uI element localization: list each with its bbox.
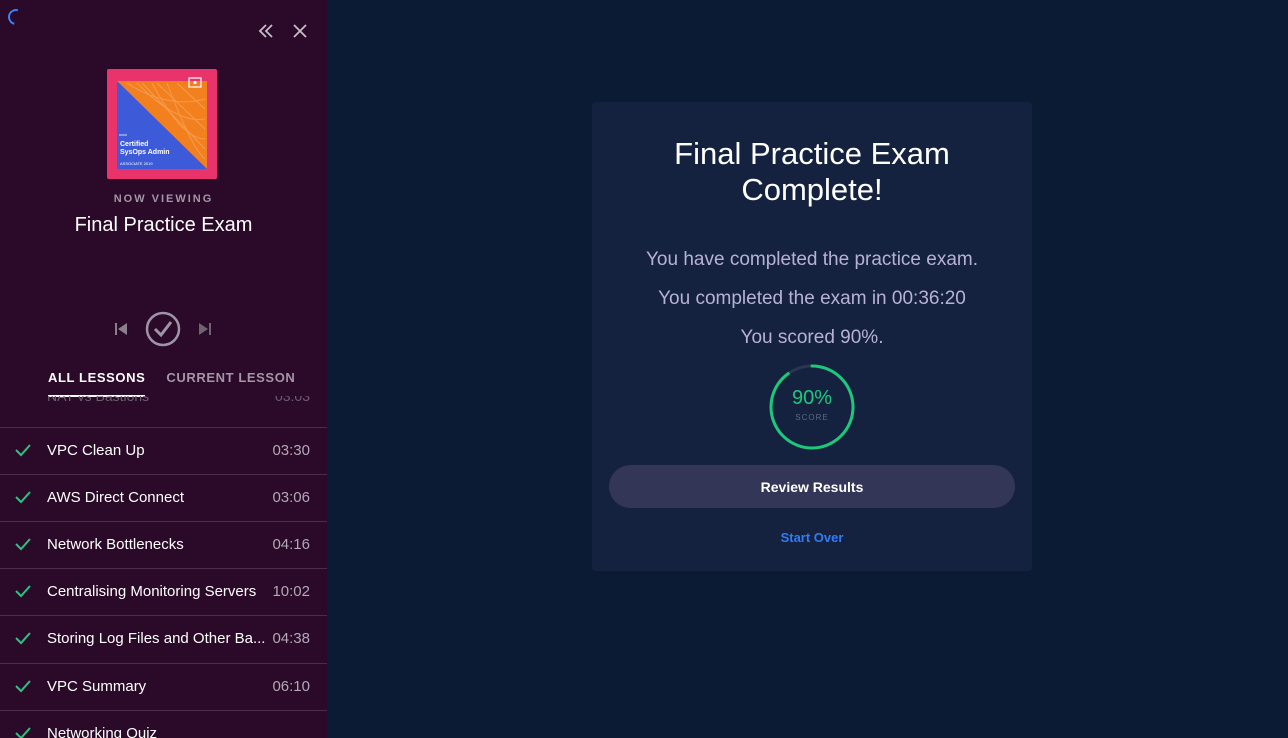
check-icon — [15, 680, 31, 693]
list-item[interactable]: NAT vs Bastions 03:03 — [0, 396, 327, 408]
current-lesson-title: Final Practice Exam — [74, 214, 253, 236]
score-label: SCORE — [795, 413, 829, 422]
cover-subtitle: ASSOCIATE 2019 — [120, 161, 153, 166]
score-ring: 90% SCORE — [768, 363, 856, 451]
lesson-duration: 03:03 — [274, 396, 310, 404]
review-results-button[interactable]: Review Results — [609, 465, 1015, 508]
lesson-name: Network Bottlenecks — [47, 536, 184, 553]
result-title-line2: Complete! — [741, 172, 883, 207]
lesson-name: AWS Direct Connect — [47, 489, 184, 506]
mark-complete-icon[interactable] — [145, 311, 181, 347]
tab-all-lessons[interactable]: ALL LESSONS — [48, 370, 146, 397]
list-item[interactable]: AWS Direct Connect 03:06 — [0, 474, 327, 520]
lesson-name: Storing Log Files and Other Ba... — [47, 630, 266, 647]
list-item[interactable]: Network Bottlenecks 04:16 — [0, 521, 327, 567]
completion-time: You completed the exam in 00:36:20 — [658, 288, 966, 309]
course-cover-image: Certified SysOps Admin ASSOCIATE 2019 — [107, 69, 217, 179]
check-icon — [15, 585, 31, 598]
now-viewing-label: NOW VIEWING — [113, 193, 214, 205]
lesson-duration: 06:10 — [272, 678, 310, 695]
check-icon — [15, 632, 31, 645]
cover-title-line1: Certified — [120, 141, 149, 148]
lesson-name: Centralising Monitoring Servers — [47, 583, 257, 600]
tab-current-lesson[interactable]: CURRENT LESSON — [166, 370, 295, 397]
check-icon — [15, 444, 31, 457]
exam-result-card: Final Practice Exam Complete! You have c… — [592, 102, 1032, 571]
lesson-controls — [114, 311, 212, 347]
lesson-duration: 03:30 — [272, 442, 310, 459]
lesson-name: NAT vs Bastions — [47, 396, 150, 404]
lesson-name: Networking Quiz — [47, 725, 158, 738]
start-over-link[interactable]: Start Over — [592, 530, 1032, 545]
list-item[interactable]: VPC Clean Up 03:30 — [0, 427, 327, 473]
collapse-sidebar-icon[interactable] — [255, 20, 277, 42]
loading-spinner-icon — [5, 6, 27, 28]
lesson-name: VPC Clean Up — [47, 442, 145, 459]
check-icon — [15, 727, 31, 738]
result-title-line1: Final Practice Exam — [674, 136, 950, 171]
lesson-sidebar: Certified SysOps Admin ASSOCIATE 2019 NO… — [0, 0, 327, 738]
list-item[interactable]: VPC Summary 06:10 — [0, 663, 327, 709]
completion-message: You have completed the practice exam. — [646, 249, 978, 270]
lesson-duration: 03:06 — [272, 489, 310, 506]
list-item[interactable]: Storing Log Files and Other Ba... 04:38 — [0, 615, 327, 661]
list-item[interactable]: Centralising Monitoring Servers 10:02 — [0, 568, 327, 614]
list-item[interactable]: Networking Quiz — [0, 710, 327, 738]
previous-lesson-icon[interactable] — [114, 322, 128, 336]
lesson-duration: 04:16 — [272, 536, 310, 553]
lesson-duration: 04:38 — [272, 630, 310, 647]
close-icon[interactable] — [289, 20, 311, 42]
result-title: Final Practice Exam Complete! — [592, 136, 1032, 208]
lesson-duration: 10:02 — [272, 583, 310, 600]
score-message: You scored 90%. — [740, 327, 884, 348]
cover-title-line2: SysOps Admin — [120, 149, 170, 156]
check-icon — [15, 491, 31, 504]
score-percent: 90% — [791, 387, 833, 409]
next-lesson-icon[interactable] — [198, 322, 212, 336]
lesson-name: VPC Summary — [47, 678, 147, 695]
check-icon — [15, 538, 31, 551]
